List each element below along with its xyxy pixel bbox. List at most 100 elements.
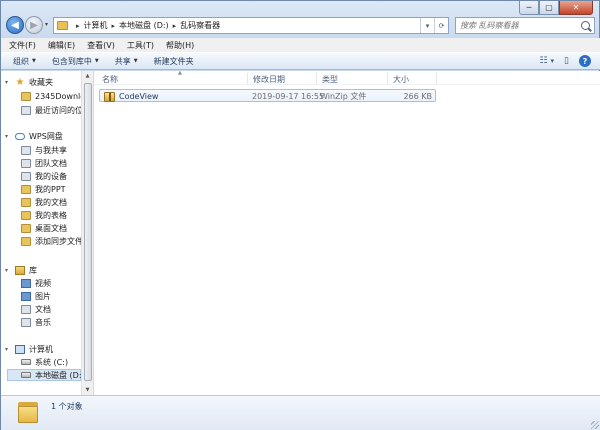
- new-folder-label: 新建文件夹: [153, 56, 194, 66]
- share-label: 共享: [114, 56, 131, 66]
- nav-item-my-documents[interactable]: 我的文档: [21, 196, 67, 208]
- nav-item-label: 我的表格: [35, 210, 67, 220]
- command-bar: 组织 ▼ 包含到库中 ▼ 共享 ▼ 新建文件夹 ☷ ▾ ▯ ?: [1, 52, 600, 70]
- change-view-icon[interactable]: ☷: [539, 56, 547, 66]
- breadcrumb-separator: ▸: [76, 21, 80, 30]
- column-header-name[interactable]: 名称 ▲: [98, 70, 248, 85]
- nav-libraries[interactable]: 库: [15, 264, 37, 276]
- nav-item-pictures[interactable]: 图片: [21, 290, 51, 302]
- column-header-size[interactable]: 大小: [389, 73, 437, 85]
- nav-wps-label: WPS网盘: [29, 131, 63, 141]
- folder-icon: [57, 21, 68, 30]
- menu-help[interactable]: 帮助(H): [166, 40, 194, 51]
- back-button[interactable]: ◀: [6, 16, 24, 34]
- nav-item-label: 我的设备: [35, 171, 67, 181]
- navigation-scrollbar[interactable]: ▲ ▼: [81, 71, 93, 395]
- nav-wps-cloud[interactable]: WPS网盘: [15, 130, 63, 142]
- address-row: ◀ ▶ ▾ ▸ 计算机 ▸ 本地磁盘 (D:) ▸ 乱码察看器 ▾ ⟳: [1, 15, 600, 37]
- menu-file[interactable]: 文件(F): [9, 40, 36, 51]
- nav-item-documents[interactable]: 文档: [21, 303, 51, 315]
- dropdown-arrow-icon: ▼: [133, 58, 138, 64]
- nav-item-label: 本地磁盘 (D:): [35, 370, 85, 380]
- nav-item-local-disk-d[interactable]: 本地磁盘 (D:): [7, 369, 85, 381]
- close-button[interactable]: ✕: [559, 1, 593, 15]
- drive-icon: [21, 359, 31, 365]
- menu-tools[interactable]: 工具(T): [127, 40, 154, 51]
- scrollbar-thumb[interactable]: [84, 83, 92, 381]
- column-header-type[interactable]: 类型: [318, 73, 388, 85]
- breadcrumb-computer[interactable]: 计算机: [84, 20, 108, 31]
- nav-item-my-ppt[interactable]: 我的PPT: [21, 183, 66, 195]
- nav-item-label: 图片: [35, 291, 51, 301]
- file-size: 266 KB: [403, 92, 432, 101]
- forward-button[interactable]: ▶: [25, 16, 43, 34]
- resize-grip-icon[interactable]: [591, 421, 599, 429]
- column-header-date[interactable]: 修改日期: [249, 73, 317, 85]
- nav-item-label: 与我共享: [35, 145, 67, 155]
- column-header-label: 名称: [102, 74, 118, 84]
- search-icon[interactable]: [581, 21, 590, 30]
- dropdown-arrow-icon: ▼: [94, 58, 99, 64]
- nav-item-team-docs[interactable]: 团队文档: [21, 157, 67, 169]
- file-list-pane: 名称 ▲ 修改日期 类型 大小 CodeView 2019-09-17 16:5…: [94, 70, 600, 395]
- nav-item-label: 文档: [35, 304, 51, 314]
- minimize-button[interactable]: ─: [519, 1, 539, 15]
- address-history-dropdown[interactable]: ▾: [420, 18, 434, 33]
- organize-button[interactable]: 组织 ▼: [13, 56, 36, 67]
- share-button[interactable]: 共享 ▼: [115, 56, 138, 67]
- nav-item-videos[interactable]: 视频: [21, 277, 51, 289]
- address-bar[interactable]: ▸ 计算机 ▸ 本地磁盘 (D:) ▸ 乱码察看器 ▾ ⟳: [53, 17, 449, 34]
- refresh-icon[interactable]: ⟳: [434, 18, 448, 33]
- recent-pages-dropdown[interactable]: ▾: [45, 21, 48, 28]
- include-in-library-label: 包含到库中: [51, 56, 92, 66]
- recent-places-icon: [21, 105, 31, 115]
- nav-item-label: 我的文档: [35, 197, 67, 207]
- nav-item-desktop-docs[interactable]: 桌面文档: [21, 222, 67, 234]
- file-modified: 2019-09-17 16:55: [252, 92, 325, 101]
- nav-item-shared-with-me[interactable]: 与我共享: [21, 144, 67, 156]
- nav-favorites[interactable]: ★ 收藏夹: [15, 76, 53, 88]
- menu-edit[interactable]: 编辑(E): [48, 40, 75, 51]
- file-name-cell[interactable]: CodeView: [104, 91, 158, 102]
- file-type: WinZip 文件: [320, 92, 367, 101]
- scroll-down-arrow-icon[interactable]: ▼: [82, 385, 93, 395]
- collapse-arrow-icon[interactable]: ▾: [5, 133, 8, 140]
- breadcrumb-separator[interactable]: ▸: [112, 22, 116, 30]
- collapse-arrow-icon[interactable]: ▾: [5, 267, 8, 274]
- menu-bar: 文件(F) 编辑(E) 查看(V) 工具(T) 帮助(H): [1, 38, 600, 52]
- file-row[interactable]: CodeView 2019-09-17 16:55 WinZip 文件 266 …: [99, 89, 436, 102]
- maximize-button[interactable]: ▢: [539, 1, 559, 15]
- collapse-arrow-icon[interactable]: ▾: [5, 346, 8, 353]
- column-header-label: 修改日期: [253, 74, 285, 84]
- video-icon: [21, 278, 31, 288]
- scroll-up-arrow-icon[interactable]: ▲: [82, 71, 93, 81]
- sort-ascending-icon: ▲: [178, 70, 182, 76]
- nav-item-label: 桌面文档: [35, 223, 67, 233]
- music-icon: [21, 317, 31, 327]
- menu-view[interactable]: 查看(V): [87, 40, 115, 51]
- breadcrumb-drive-d[interactable]: 本地磁盘 (D:): [119, 20, 169, 31]
- nav-item-system-c[interactable]: 系统 (C:): [21, 356, 68, 368]
- breadcrumb-separator[interactable]: ▸: [173, 22, 177, 30]
- nav-item-my-devices[interactable]: 我的设备: [21, 170, 67, 182]
- file-name: CodeView: [119, 92, 159, 101]
- folder-icon: [21, 236, 31, 246]
- column-header-label: 类型: [322, 74, 338, 84]
- help-icon[interactable]: ?: [579, 55, 591, 67]
- nav-computer[interactable]: 计算机: [15, 343, 53, 355]
- search-box[interactable]: [455, 17, 595, 34]
- collapse-arrow-icon[interactable]: ▾: [5, 79, 8, 86]
- document-icon: [21, 304, 31, 314]
- picture-icon: [21, 291, 31, 301]
- nav-item-music[interactable]: 音乐: [21, 316, 51, 328]
- nav-item-label: 团队文档: [35, 158, 67, 168]
- nav-item-my-spreadsheets[interactable]: 我的表格: [21, 209, 67, 221]
- view-options-dropdown[interactable]: ▾: [551, 57, 555, 65]
- include-in-library-button[interactable]: 包含到库中 ▼: [52, 56, 99, 67]
- search-input[interactable]: [460, 21, 578, 30]
- team-icon: [21, 158, 31, 168]
- breadcrumb-current-folder[interactable]: 乱码察看器: [180, 20, 220, 31]
- preview-pane-icon[interactable]: ▯: [564, 56, 569, 66]
- folder-icon: [21, 223, 31, 233]
- new-folder-button[interactable]: 新建文件夹: [154, 56, 194, 67]
